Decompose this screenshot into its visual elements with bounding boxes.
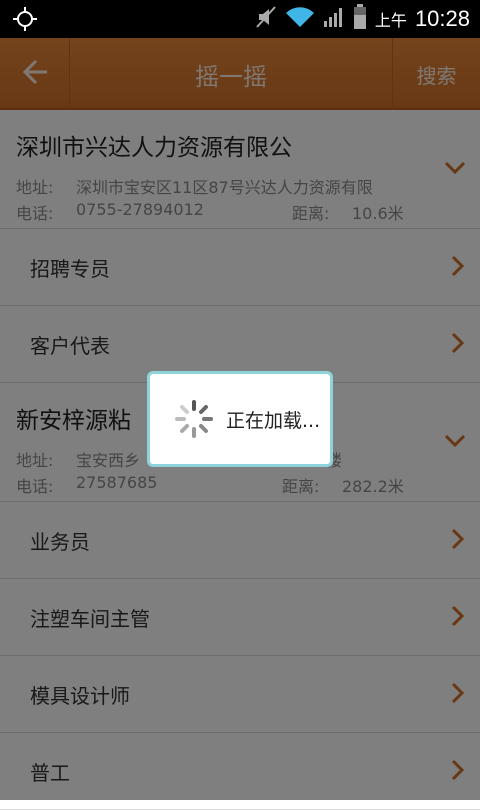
signal-icon bbox=[323, 5, 345, 33]
loading-text: 正在加载... bbox=[226, 409, 321, 432]
status-bar: 上午 10:28 bbox=[0, 0, 480, 38]
ampm-label: 上午 bbox=[374, 11, 407, 30]
loading-dialog: 正在加载... bbox=[147, 371, 333, 467]
battery-icon bbox=[353, 4, 367, 34]
loading-spinner-icon bbox=[174, 399, 214, 439]
wifi-icon bbox=[285, 5, 315, 33]
mute-icon bbox=[255, 5, 277, 33]
gps-icon bbox=[12, 6, 38, 36]
clock: 10:28 bbox=[414, 6, 470, 31]
